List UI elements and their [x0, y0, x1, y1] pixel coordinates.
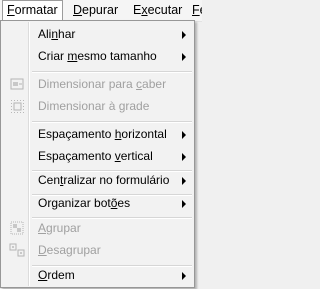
menu-depurar[interactable]: Depurar — [73, 1, 118, 20]
menu-separator — [32, 121, 192, 123]
menu-bar: Formatar Depurar Executar Fe — [0, 0, 202, 22]
menu-item-ordem[interactable]: Ordem — [3, 265, 192, 286]
menu-item-espacamento-horizontal[interactable]: Espaçamento horizontal — [3, 124, 192, 145]
menu-item-centralizar-no-formulario[interactable]: Centralizar no formulário — [3, 170, 192, 191]
menu-item-dimensionar-a-grade: Dimensionar à grade — [3, 96, 192, 117]
menu-item-desagrupar: Desagrupar — [3, 240, 192, 261]
submenu-arrow-icon — [182, 177, 186, 185]
size-to-grid-icon — [9, 98, 25, 114]
size-to-fit-icon — [9, 76, 25, 92]
submenu-arrow-icon — [182, 131, 186, 139]
menu-item-alinhar[interactable]: Alinhar — [3, 24, 192, 45]
submenu-arrow-icon — [182, 153, 186, 161]
group-icon — [9, 220, 25, 236]
menu-item-dimensionar-para-caber: Dimensionar para caber — [3, 74, 192, 95]
menu-item-agrupar: Agrupar — [3, 218, 192, 239]
submenu-arrow-icon — [182, 31, 186, 39]
menu-ferramentas[interactable]: Fe — [192, 1, 202, 20]
menu-item-espacamento-vertical[interactable]: Espaçamento vertical — [3, 146, 192, 167]
submenu-arrow-icon — [182, 53, 186, 61]
formatar-dropdown-menu: Alinhar Criar mesmo tamanho Dimensionar … — [0, 20, 195, 288]
menu-formatar[interactable]: Formatar — [2, 0, 63, 20]
submenu-arrow-icon — [182, 200, 186, 208]
ungroup-icon — [9, 242, 25, 258]
menu-separator — [32, 71, 192, 73]
menu-item-organizar-botoes[interactable]: Organizar botões — [3, 193, 192, 214]
submenu-arrow-icon — [182, 272, 186, 280]
menu-item-criar-mesmo-tamanho[interactable]: Criar mesmo tamanho — [3, 46, 192, 67]
menu-executar[interactable]: Executar — [133, 1, 182, 20]
